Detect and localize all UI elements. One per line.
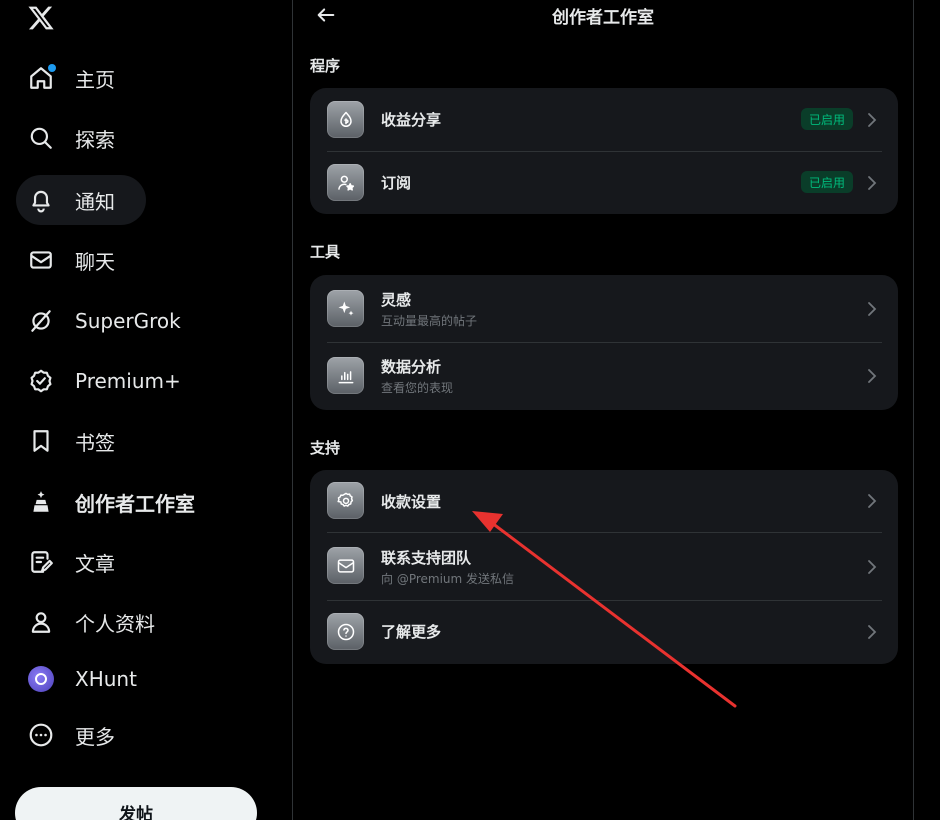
row-title: 联系支持团队 xyxy=(381,549,472,567)
row-title: 订阅 xyxy=(381,174,412,192)
sidebar-item-label: 个人资料 xyxy=(75,611,155,636)
bell-icon xyxy=(28,187,54,213)
row-subtitle: 查看您的表现 xyxy=(381,381,454,395)
section-title-tools: 工具 xyxy=(310,243,341,261)
support-card: 收款设置 联系支持团队 向 @Premium 发送私信 了解更多 xyxy=(310,470,898,664)
sidebar-item-chat[interactable]: 聊天 xyxy=(16,235,127,285)
post-button[interactable]: 发帖 xyxy=(15,787,257,820)
chevron-right-icon xyxy=(868,113,877,127)
article-icon xyxy=(28,549,54,575)
row-title: 灵感 xyxy=(381,291,412,309)
chevron-right-icon xyxy=(868,176,877,190)
row-text: 收益分享 xyxy=(381,109,441,130)
sidebar-item-label: 书签 xyxy=(75,430,115,455)
sidebar-item-xhunt[interactable]: XHunt xyxy=(16,654,149,704)
sidebar-item-more[interactable]: 更多 xyxy=(16,710,127,760)
sidebar-item-label: Premium+ xyxy=(75,369,181,393)
home-icon xyxy=(28,64,56,91)
row-text: 了解更多 xyxy=(381,621,441,642)
sidebar-item-supergrok[interactable]: SuperGrok xyxy=(16,296,193,346)
chevron-right-icon xyxy=(868,369,877,383)
person-icon xyxy=(28,609,54,635)
chevron-right-icon xyxy=(868,625,877,639)
chevron-right-icon xyxy=(868,560,877,574)
chevron-right-icon xyxy=(868,302,877,316)
row-text: 收款设置 xyxy=(381,491,441,512)
row-contact-support[interactable]: 联系支持团队 向 @Premium 发送私信 xyxy=(310,532,898,600)
analytics-icon xyxy=(327,357,364,394)
sidebar-item-label: 探索 xyxy=(75,127,115,152)
row-inspiration[interactable]: 灵感 互动量最高的帖子 xyxy=(310,275,898,342)
grok-icon xyxy=(28,308,54,334)
row-title: 收款设置 xyxy=(381,493,442,511)
notification-dot xyxy=(48,64,56,72)
sidebar-item-creator-studio[interactable]: 创作者工作室 xyxy=(16,477,207,527)
tools-card: 灵感 互动量最高的帖子 数据分析 查看您的表现 xyxy=(310,275,898,410)
sidebar-item-label: 文章 xyxy=(75,551,115,576)
row-title: 收益分享 xyxy=(381,111,442,129)
sidebar-item-label: 主页 xyxy=(75,67,115,92)
mail-icon xyxy=(28,247,54,273)
chevron-right-icon xyxy=(868,494,877,508)
mail-icon xyxy=(327,547,364,584)
sidebar-item-articles[interactable]: 文章 xyxy=(16,537,127,587)
programs-card: 收益分享 已启用 订阅 已启用 xyxy=(310,88,898,214)
row-subscriptions[interactable]: 订阅 已启用 xyxy=(310,151,898,214)
sidebar-item-bookmarks[interactable]: 书签 xyxy=(16,416,127,466)
help-icon xyxy=(327,613,364,650)
bookmark-icon xyxy=(28,428,54,454)
sidebar-item-home[interactable]: 主页 xyxy=(16,53,127,103)
search-icon xyxy=(28,125,54,151)
settings-gear-icon xyxy=(327,482,364,519)
row-text: 灵感 互动量最高的帖子 xyxy=(381,289,477,329)
sidebar: 主页 探索 通知 聊天 SuperGrok Premium+ 书签 创作者工作室… xyxy=(0,0,292,820)
app: 主页 探索 通知 聊天 SuperGrok Premium+ 书签 创作者工作室… xyxy=(0,0,940,820)
subscription-icon xyxy=(327,164,364,201)
row-subtitle: 向 @Premium 发送私信 xyxy=(381,572,515,586)
creator-studio-icon xyxy=(28,489,54,515)
sidebar-item-label: 聊天 xyxy=(75,249,115,274)
x-logo-icon[interactable] xyxy=(27,4,55,32)
creator-studio-panel: 创作者工作室 程序 收益分享 已启用 订阅 已启用 工具 灵感 互动量最高的帖子… xyxy=(292,0,914,820)
sidebar-item-label: SuperGrok xyxy=(75,309,181,333)
row-subtitle: 互动量最高的帖子 xyxy=(381,314,478,328)
verified-icon xyxy=(28,368,54,394)
section-title-programs: 程序 xyxy=(310,57,341,75)
page-title: 创作者工作室 xyxy=(552,8,654,28)
row-text: 联系支持团队 向 @Premium 发送私信 xyxy=(381,547,514,587)
status-badge: 已启用 xyxy=(800,108,853,130)
sidebar-item-explore[interactable]: 探索 xyxy=(16,113,127,163)
sidebar-item-premium[interactable]: Premium+ xyxy=(16,356,193,406)
row-learn-more[interactable]: 了解更多 xyxy=(310,600,898,664)
row-title: 数据分析 xyxy=(381,358,442,376)
row-title: 了解更多 xyxy=(381,623,442,641)
section-title-support: 支持 xyxy=(310,439,341,457)
monetization-icon xyxy=(327,101,364,138)
sidebar-item-label: 通知 xyxy=(75,189,115,214)
row-revenue-sharing[interactable]: 收益分享 已启用 xyxy=(310,88,898,151)
more-icon xyxy=(28,722,54,748)
row-analytics[interactable]: 数据分析 查看您的表现 xyxy=(310,342,898,410)
sparkle-icon xyxy=(327,290,364,327)
xhunt-avatar-icon xyxy=(28,666,54,692)
sidebar-item-notifications[interactable]: 通知 xyxy=(16,175,146,225)
row-text: 订阅 xyxy=(381,172,411,193)
sidebar-item-label: 更多 xyxy=(75,724,115,749)
sidebar-item-profile[interactable]: 个人资料 xyxy=(16,597,167,647)
sidebar-item-label: 创作者工作室 xyxy=(75,491,195,516)
page-header: 创作者工作室 xyxy=(293,0,913,36)
row-payout-settings[interactable]: 收款设置 xyxy=(310,470,898,532)
sidebar-item-label: XHunt xyxy=(75,667,137,691)
row-text: 数据分析 查看您的表现 xyxy=(381,356,453,396)
status-badge: 已启用 xyxy=(800,171,853,193)
